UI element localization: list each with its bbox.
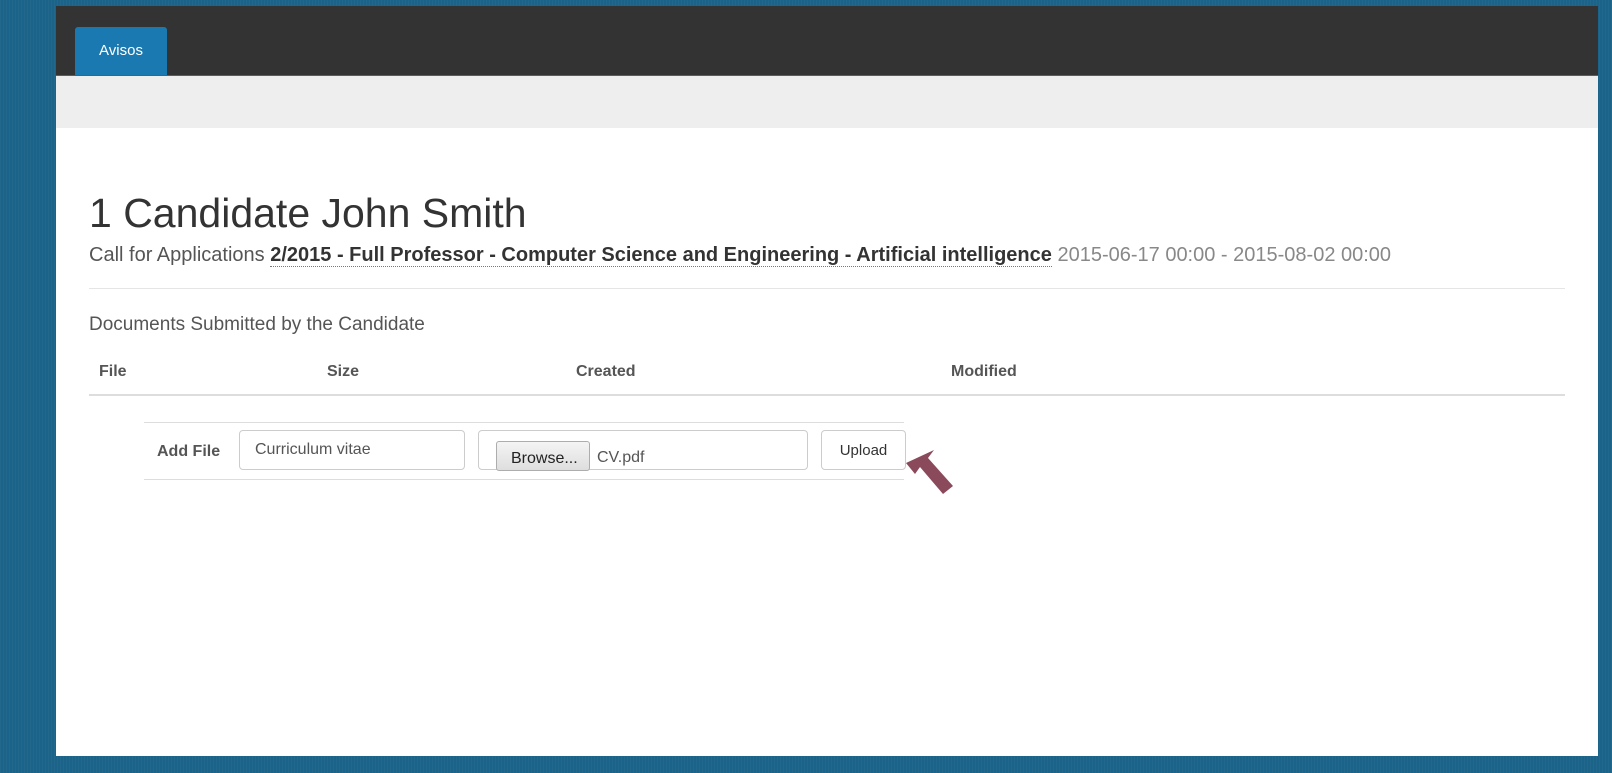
column-header-size: Size bbox=[327, 363, 360, 380]
call-title-link[interactable]: 2/2015 - Full Professor - Computer Scien… bbox=[270, 244, 1052, 267]
selected-file-name: CV.pdf bbox=[597, 449, 645, 466]
add-file-row: Add File Browse... CV.pdf Upload bbox=[144, 422, 906, 480]
app-window: Avisos 1 Candidate John Smith Call for A… bbox=[56, 6, 1598, 756]
top-navbar: Avisos bbox=[56, 6, 1598, 76]
browse-button[interactable]: Browse... bbox=[496, 441, 590, 471]
column-header-created: Created bbox=[576, 363, 636, 380]
call-info: Call for Applications 2/2015 - Full Prof… bbox=[89, 244, 1391, 267]
page-title: 1 Candidate John Smith bbox=[89, 190, 527, 236]
call-dates: 2015-06-17 00:00 - 2015-08-02 00:00 bbox=[1057, 244, 1392, 266]
documents-section-title: Documents Submitted by the Candidate bbox=[89, 314, 425, 335]
add-file-label: Add File bbox=[157, 443, 221, 460]
file-picker[interactable]: Browse... CV.pdf bbox=[478, 430, 808, 471]
sub-navbar bbox=[56, 76, 1598, 128]
arrow-pointer-icon bbox=[906, 450, 953, 494]
column-header-modified: Modified bbox=[951, 363, 1017, 380]
section-divider bbox=[89, 288, 1565, 289]
tab-avisos[interactable]: Avisos bbox=[75, 27, 167, 75]
upload-button[interactable]: Upload bbox=[821, 430, 906, 470]
table-header-divider bbox=[89, 394, 1565, 396]
column-header-file: File bbox=[99, 363, 127, 380]
document-name-input[interactable] bbox=[239, 430, 465, 470]
call-prefix: Call for Applications bbox=[89, 244, 265, 266]
